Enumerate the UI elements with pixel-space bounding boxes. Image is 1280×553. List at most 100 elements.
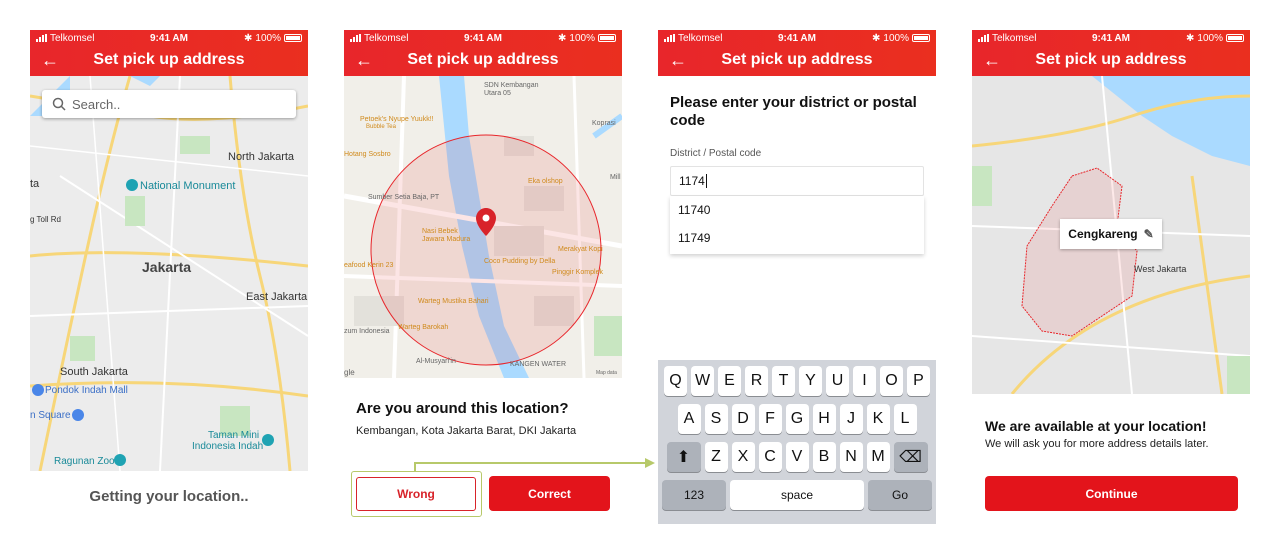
map-label-pinggir: Pinggir Komplek: [552, 269, 603, 276]
key-q[interactable]: Q: [664, 366, 687, 396]
confirm-question: Are you around this location?: [356, 400, 569, 417]
back-arrow-icon[interactable]: ←: [658, 50, 698, 71]
map-label-kangen: KANGEN WATER: [510, 361, 567, 368]
key-v[interactable]: V: [785, 442, 809, 472]
key-s[interactable]: S: [704, 404, 728, 434]
map-label-east-jakarta: East Jakarta: [246, 291, 308, 303]
backspace-key[interactable]: ⌫: [893, 442, 928, 472]
map-label-south-jakarta: South Jakarta: [60, 366, 128, 378]
shift-key[interactable]: ⬆: [666, 442, 701, 472]
map-label-sdn: SDN Kembangan: [484, 82, 539, 89]
key-o[interactable]: O: [880, 366, 903, 396]
key-c[interactable]: C: [758, 442, 782, 472]
district-label-chip[interactable]: Cengkareng ✎: [1060, 219, 1162, 249]
postal-input-value: 1174: [679, 174, 705, 188]
map-label-sumber: Sumber Setia Baja, PT: [368, 194, 440, 201]
postal-code-input[interactable]: 1174: [670, 166, 924, 196]
key-u[interactable]: U: [826, 366, 849, 396]
text-caret: [705, 174, 707, 188]
app-header: Telkomsel 9:41 AM ✱ 100% ← Set pick up ad…: [658, 30, 936, 76]
key-g[interactable]: G: [785, 404, 809, 434]
correct-button[interactable]: Correct: [489, 476, 610, 511]
page-title: Set pick up address: [721, 51, 873, 68]
suggestion-item[interactable]: 11749: [670, 224, 924, 252]
page-title: Set pick up address: [1035, 51, 1187, 68]
key-r[interactable]: R: [745, 366, 768, 396]
map-label-eka: Eka olshop: [528, 178, 563, 185]
map-view[interactable]: SDN Kembangan Utara 05 Petoek's Nyupe Yu…: [344, 76, 622, 378]
key-b[interactable]: B: [812, 442, 836, 472]
map-label-kopras: Koprasi: [592, 120, 616, 127]
map-label-ta: ta: [30, 178, 40, 190]
space-key[interactable]: space: [730, 480, 864, 510]
key-i[interactable]: I: [853, 366, 876, 396]
map-label-merakyat: Merakyat Kopi: [558, 246, 603, 253]
status-time: 9:41 AM: [1092, 32, 1130, 44]
loading-caption: Getting your location..: [89, 488, 249, 505]
key-k[interactable]: K: [866, 404, 890, 434]
screen-getting-location: Telkomsel 9:41 AM ✱ 100% ← Set pick up ad…: [30, 30, 308, 524]
map-label-nasi-2: Jawara Madura: [422, 236, 471, 243]
key-t[interactable]: T: [772, 366, 795, 396]
map-label-square: n Square: [30, 410, 71, 421]
suggestion-list: 11740 11749: [670, 196, 924, 254]
screen-enter-postal: Telkomsel 9:41 AM ✱ 100% ← Set pick up ad…: [658, 30, 936, 524]
key-a[interactable]: A: [677, 404, 701, 434]
status-bar: Telkomsel 9:41 AM ✱ 100%: [344, 31, 622, 45]
map-label-musyari: Al-Musyari'in: [416, 358, 456, 365]
key-l[interactable]: L: [893, 404, 917, 434]
map-label-monument: National Monument: [140, 180, 236, 192]
wrong-button[interactable]: Wrong: [356, 477, 476, 511]
key-x[interactable]: X: [731, 442, 755, 472]
square-pin-icon: [72, 409, 84, 421]
district-name: Cengkareng: [1068, 227, 1138, 241]
map-label-jakarta: Jakarta: [142, 259, 192, 275]
zoo-pin-icon: [114, 454, 126, 466]
key-m[interactable]: M: [866, 442, 890, 472]
monument-pin-icon: [126, 179, 138, 191]
key-z[interactable]: Z: [704, 442, 728, 472]
key-j[interactable]: J: [839, 404, 863, 434]
map-label-bubble: Bubble Tea: [366, 124, 396, 130]
edit-pencil-icon[interactable]: ✎: [1144, 227, 1154, 241]
key-d[interactable]: D: [731, 404, 755, 434]
back-arrow-icon[interactable]: ←: [972, 50, 1012, 71]
map-label-mill: Mill: [610, 174, 621, 181]
detected-address: Kembangan, Kota Jakarta Barat, DKI Jakar…: [356, 425, 577, 437]
suggestion-item[interactable]: 11740: [670, 196, 924, 224]
key-p[interactable]: P: [907, 366, 930, 396]
postal-heading: Please enter your district or postal cod…: [670, 94, 917, 129]
map-label-sdn-2: Utara 05: [484, 90, 511, 97]
status-bar: Telkomsel 9:41 AM ✱ 100%: [30, 31, 308, 45]
app-header: Telkomsel 9:41 AM ✱ 100% ← Set pick up ad…: [30, 30, 308, 76]
onscreen-keyboard: QWERTYUIOP ASDFGHJKL ⬆ ZXCVBNM ⌫ 123 spa…: [658, 360, 936, 524]
key-h[interactable]: H: [812, 404, 836, 434]
status-time: 9:41 AM: [464, 32, 502, 44]
key-w[interactable]: W: [691, 366, 714, 396]
map-label-west-jakarta: West Jakarta: [1134, 264, 1187, 274]
google-logo: gle: [344, 368, 355, 377]
map-label-north-jakarta: North Jakarta: [228, 151, 295, 163]
available-subtitle: We will ask you for more address details…: [985, 438, 1209, 450]
status-bar: Telkomsel 9:41 AM ✱ 100%: [972, 31, 1250, 45]
map-label-hotang: Hotang Sosbro: [344, 151, 391, 158]
go-key[interactable]: Go: [868, 480, 932, 510]
back-arrow-icon[interactable]: ←: [344, 50, 384, 71]
status-time: 9:41 AM: [150, 32, 188, 44]
screen-confirm-location: Telkomsel 9:41 AM ✱ 100% ← Set pick up ad…: [344, 30, 622, 524]
key-e[interactable]: E: [718, 366, 741, 396]
search-input[interactable]: Search..: [42, 90, 296, 118]
map-label-taman: Taman Mini: [208, 430, 260, 441]
key-y[interactable]: Y: [799, 366, 822, 396]
map-data-credit: Map data: [596, 370, 617, 376]
continue-button[interactable]: Continue: [985, 476, 1238, 511]
status-time: 9:41 AM: [778, 32, 816, 44]
available-title: We are available at your location!: [985, 418, 1207, 434]
map-label-zum: zum Indonesia: [344, 328, 390, 335]
back-arrow-icon[interactable]: ←: [30, 50, 70, 71]
park-pin-icon: [262, 434, 274, 446]
key-n[interactable]: N: [839, 442, 863, 472]
map-view[interactable]: North Jakarta National Monument ta g Tol…: [30, 76, 308, 471]
key-f[interactable]: F: [758, 404, 782, 434]
numbers-key[interactable]: 123: [662, 480, 726, 510]
